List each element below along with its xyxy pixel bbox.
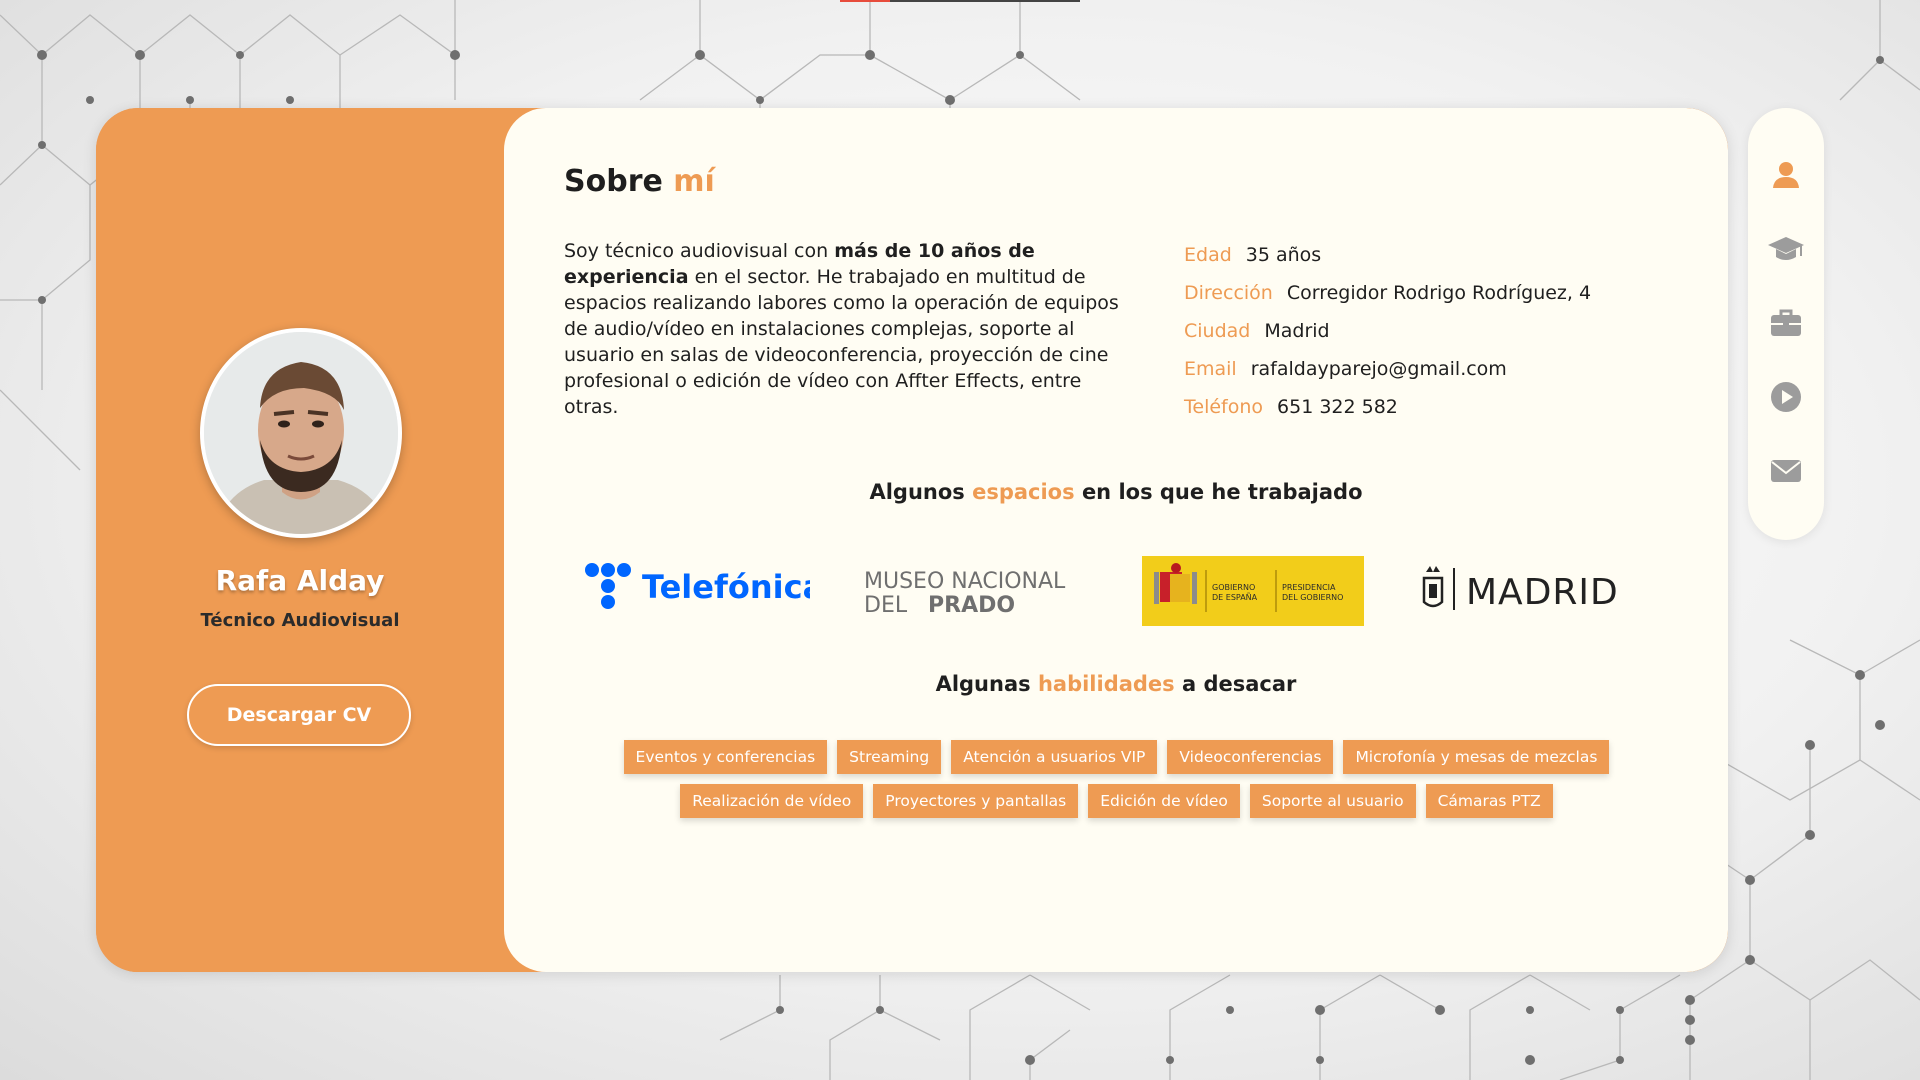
skill-tag: Eventos y conferencias xyxy=(623,740,828,774)
skill-tag: Microfonía y mesas de mezclas xyxy=(1343,740,1610,774)
info-value[interactable]: rafaldayparejo@gmail.com xyxy=(1251,358,1507,380)
skills-row-1: Eventos y conferencias Streaming Atenció… xyxy=(564,740,1669,774)
gobierno-b2: DEL GOBIERNO xyxy=(1282,593,1343,602)
page-title: Sobre mí xyxy=(564,164,715,199)
gobierno-b1: PRESIDENCIA xyxy=(1282,583,1336,592)
play-icon xyxy=(1771,382,1801,412)
info-value: 35 años xyxy=(1245,244,1322,266)
profile-card: Rafa Alday Técnico Audiovisual Descargar… xyxy=(96,108,1728,972)
prado-line1: MUSEO NACIONAL xyxy=(864,569,1066,594)
profile-role: Técnico Audiovisual xyxy=(200,610,400,631)
madrid-logo: MADRID xyxy=(1418,548,1658,638)
avatar-photo xyxy=(204,332,398,534)
title-highlight: mí xyxy=(673,164,715,199)
info-row-email: Email rafaldayparejo@gmail.com xyxy=(1184,350,1591,388)
info-label: Dirección xyxy=(1184,282,1273,304)
heading-prefix: Algunos xyxy=(869,480,965,504)
user-icon xyxy=(1773,162,1799,188)
skill-tag: Proyectores y pantallas xyxy=(873,784,1079,818)
workplace-logos: Telefónica MUSEO NACIONAL DEL PRADO GOBI… xyxy=(504,548,1728,638)
info-value[interactable]: 651 322 582 xyxy=(1277,396,1398,418)
top-progress-bar xyxy=(840,0,1080,2)
skill-tag: Streaming xyxy=(837,740,942,774)
nav-item-about[interactable] xyxy=(1748,148,1824,202)
briefcase-icon xyxy=(1771,309,1801,336)
info-label: Email xyxy=(1184,358,1237,380)
skills-heading: Algunas habilidades a desacar xyxy=(504,672,1728,696)
skill-tag: Realización de vídeo xyxy=(680,784,864,818)
download-cv-button[interactable]: Descargar CV xyxy=(187,684,411,746)
telefonica-wordmark: Telefónica xyxy=(642,568,810,606)
prado-line2a: DEL xyxy=(864,593,908,618)
skills-row-2: Realización de vídeo Proyectores y panta… xyxy=(564,784,1669,818)
skill-tag: Edición de vídeo xyxy=(1088,784,1240,818)
prado-line2b: PRADO xyxy=(928,593,1015,618)
info-row-phone: Teléfono 651 322 582 xyxy=(1184,388,1591,426)
avatar xyxy=(200,328,402,538)
workplaces-heading: Algunos espacios en los que he trabajado xyxy=(504,480,1728,504)
graduation-cap-icon xyxy=(1768,237,1804,260)
gobierno-a2: DE ESPAÑA xyxy=(1212,592,1258,602)
heading-highlight: habilidades xyxy=(1037,672,1175,696)
nav-item-portfolio[interactable] xyxy=(1748,370,1824,424)
sidebar-profile: Rafa Alday Técnico Audiovisual Descargar… xyxy=(96,108,516,972)
info-label: Teléfono xyxy=(1184,396,1264,418)
nav-item-education[interactable] xyxy=(1748,222,1824,276)
info-row-age: Edad 35 años xyxy=(1184,236,1591,274)
skill-tag: Atención a usuarios VIP xyxy=(951,740,1158,774)
heading-prefix: Algunas xyxy=(935,672,1031,696)
info-row-city: Ciudad Madrid xyxy=(1184,312,1591,350)
info-value: Corregidor Rodrigo Rodríguez, 4 xyxy=(1286,282,1592,304)
heading-highlight: espacios xyxy=(972,480,1075,504)
bio-text: Soy técnico audiovisual con más de 10 añ… xyxy=(564,238,1134,420)
skills-tags: Eventos y conferencias Streaming Atenció… xyxy=(564,740,1669,828)
info-row-address: Dirección Corregidor Rodrigo Rodríguez, 4 xyxy=(1184,274,1591,312)
personal-info: Edad 35 años Dirección Corregidor Rodrigo … xyxy=(1184,236,1591,426)
prado-logo: MUSEO NACIONAL DEL PRADO xyxy=(860,548,1100,638)
gobierno-logo: GOBIERNO DE ESPAÑA PRESIDENCIA DEL GOBIE… xyxy=(1142,548,1364,638)
bio-part1: Soy técnico audiovisual con xyxy=(564,240,835,262)
telefonica-logo: Telefónica xyxy=(580,548,824,638)
bio-part2: en el sector. He trabajado en multitud d… xyxy=(564,266,1119,418)
side-nav xyxy=(1748,108,1824,540)
envelope-icon xyxy=(1771,460,1801,482)
gobierno-a1: GOBIERNO xyxy=(1212,583,1255,592)
heading-suffix: en los que he trabajado xyxy=(1081,480,1363,504)
title-prefix: Sobre xyxy=(564,164,663,199)
heading-suffix: a desacar xyxy=(1182,672,1297,696)
skill-tag: Videoconferencias xyxy=(1167,740,1334,774)
info-label: Edad xyxy=(1184,244,1232,266)
profile-name: Rafa Alday xyxy=(215,564,385,597)
nav-item-experience[interactable] xyxy=(1748,296,1824,350)
skill-tag: Cámaras PTZ xyxy=(1425,784,1553,818)
madrid-wordmark: MADRID xyxy=(1466,572,1619,613)
info-value: Madrid xyxy=(1264,320,1330,342)
info-label: Ciudad xyxy=(1184,320,1251,342)
about-section: Sobre mí Soy técnico audiovisual con más… xyxy=(504,108,1728,972)
nav-item-contact[interactable] xyxy=(1748,444,1824,498)
skill-tag: Soporte al usuario xyxy=(1249,784,1416,818)
